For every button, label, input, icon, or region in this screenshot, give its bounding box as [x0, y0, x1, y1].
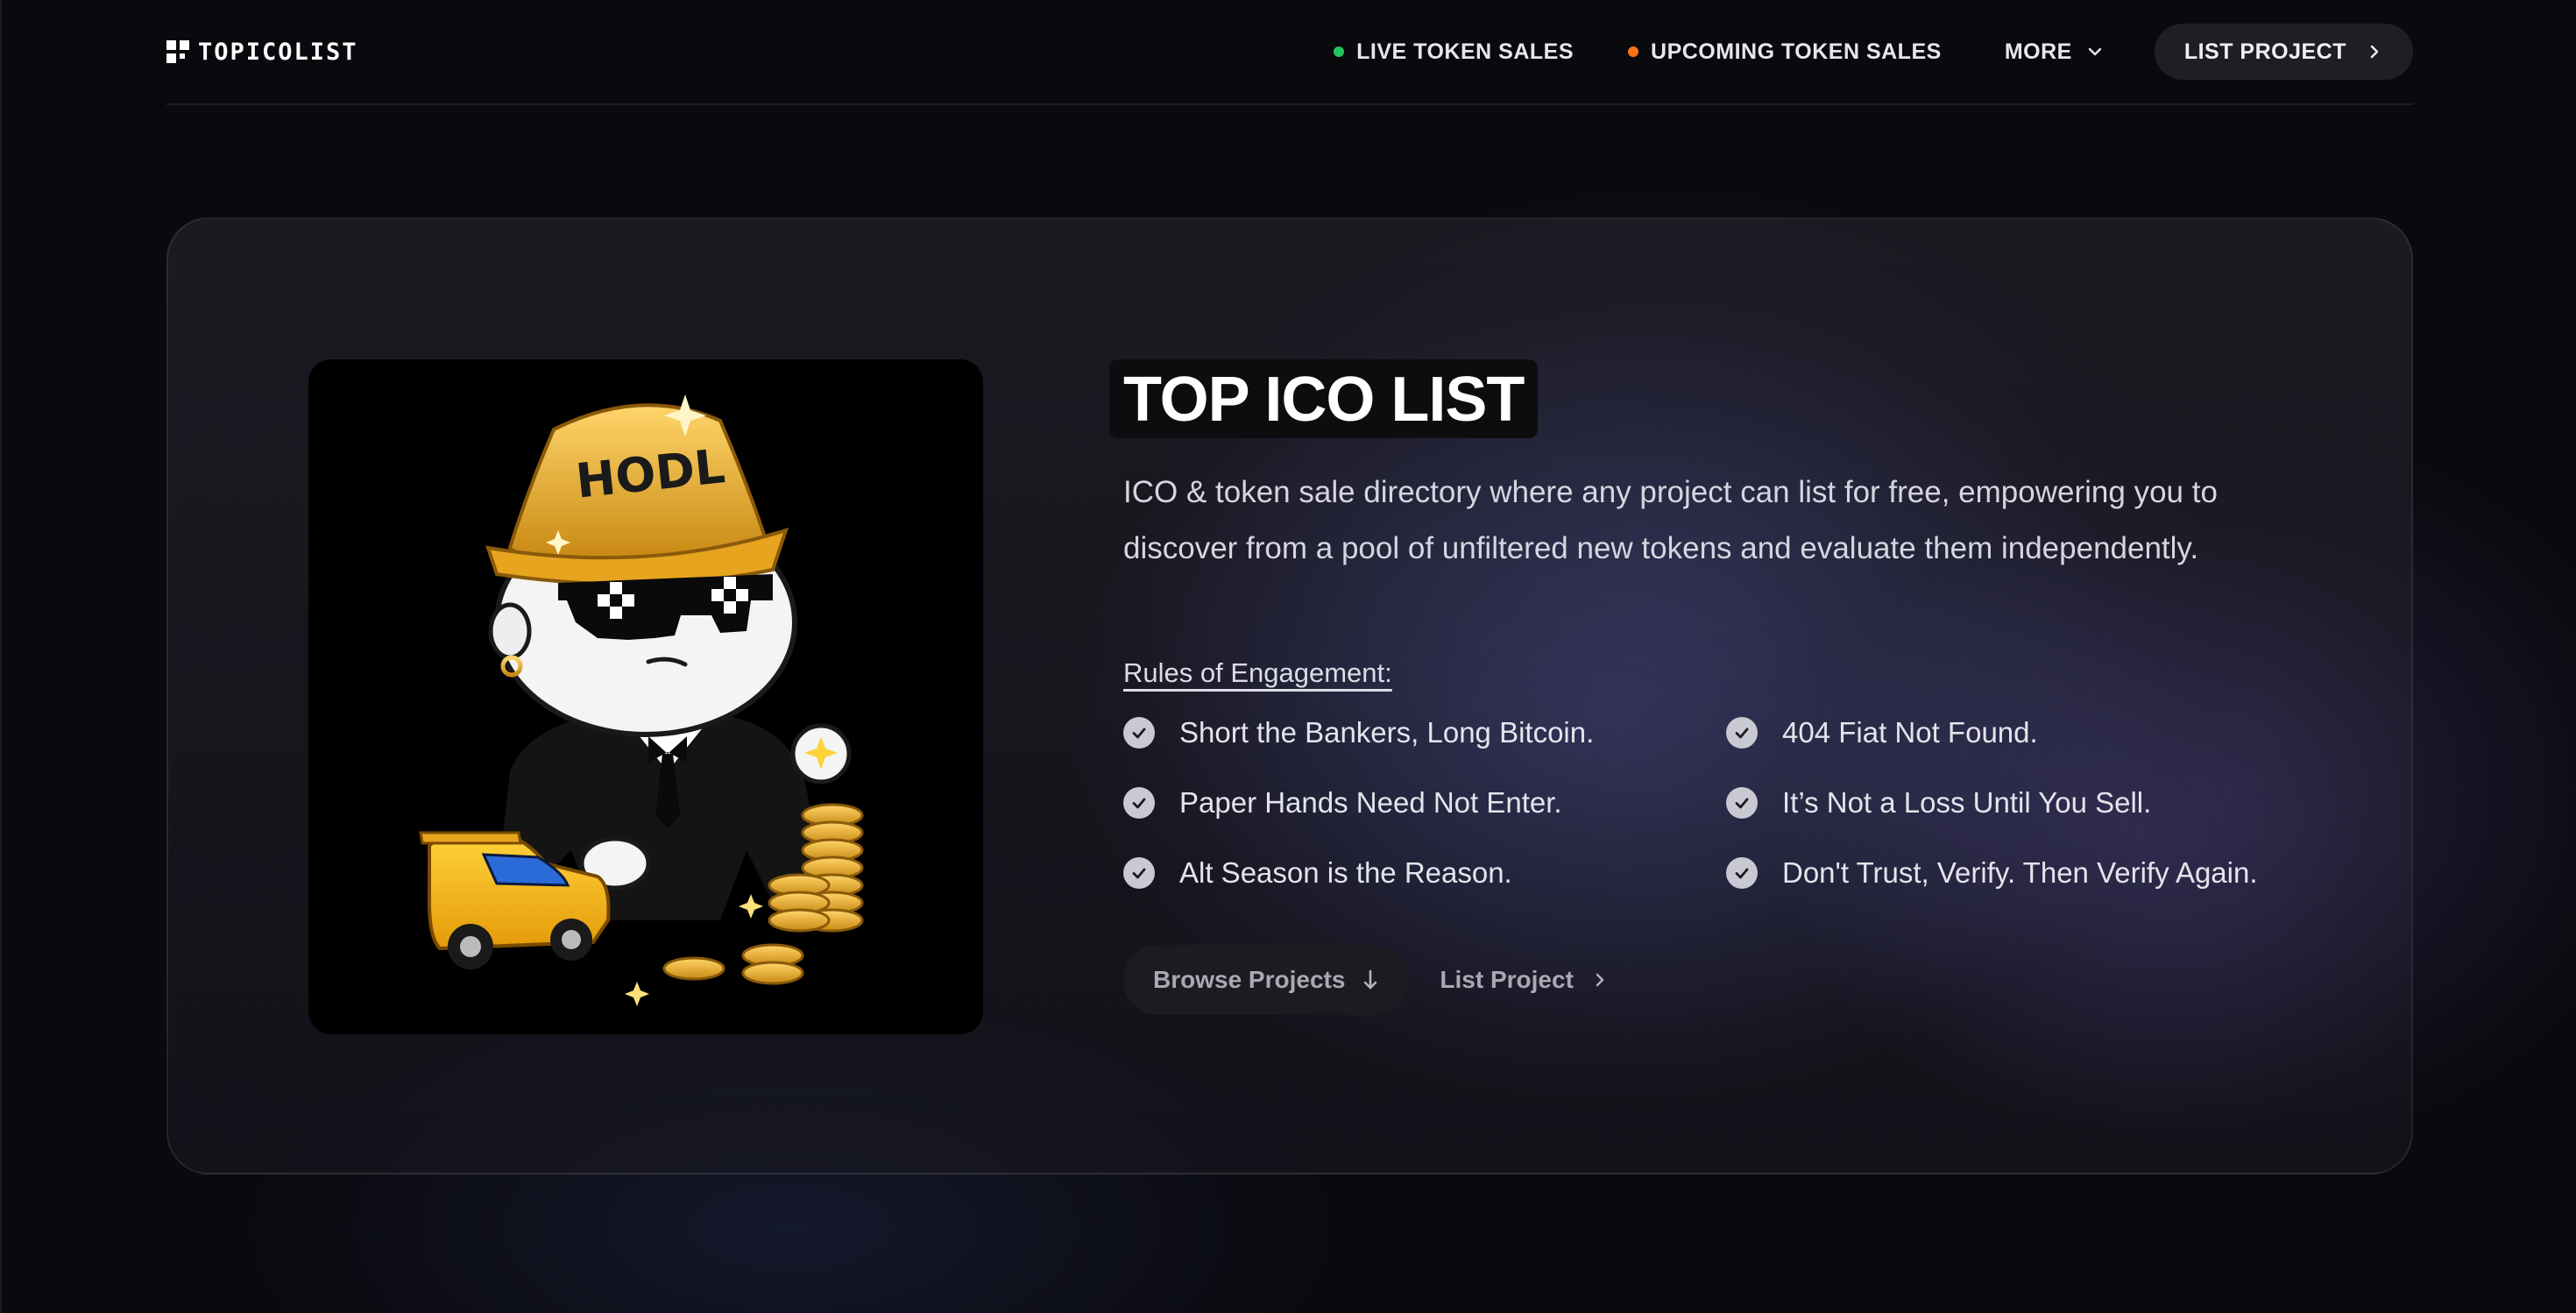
- chevron-right-icon: [2370, 45, 2379, 59]
- hero-description: ICO & token sale directory where any pro…: [1123, 475, 2218, 565]
- page-title: TOP ICO LIST: [1123, 365, 1525, 435]
- rule-text: 404 Fiat Not Found.: [1782, 716, 2038, 749]
- check-circle-icon: [1123, 857, 1155, 889]
- nav-upcoming-token-sales[interactable]: UPCOMING TOKEN SALES: [1628, 39, 1942, 65]
- check-circle-icon: [1123, 717, 1155, 749]
- hero-card: HODL TOP ICO LIST ICO & token sale direc…: [166, 217, 2413, 1175]
- rule-text: It’s Not a Loss Until You Sell.: [1782, 786, 2152, 819]
- rule-item: Alt Season is the Reason.: [1123, 852, 1726, 894]
- nav-upcoming-label: UPCOMING TOKEN SALES: [1651, 39, 1942, 64]
- check-circle-icon: [1123, 787, 1155, 819]
- check-circle-icon: [1726, 857, 1758, 889]
- brand-name: TOPICOLIST: [198, 38, 358, 66]
- chevron-right-icon: [1596, 973, 1604, 987]
- hero-actions: Browse Projects List Project: [1123, 945, 2350, 1015]
- list-project-button[interactable]: LIST PROJECT: [2154, 24, 2413, 80]
- rule-text: Alt Season is the Reason.: [1179, 856, 1512, 889]
- rule-item: Paper Hands Need Not Enter.: [1123, 782, 1726, 824]
- list-project-secondary-label: List Project: [1440, 966, 1574, 993]
- check-circle-icon: [1726, 787, 1758, 819]
- logo[interactable]: TOPICOLIST: [166, 39, 358, 66]
- mascot-image: HODL: [419, 394, 864, 1006]
- check-circle-icon: [1726, 717, 1758, 749]
- browse-projects-label: Browse Projects: [1153, 966, 1346, 993]
- hodl-mascot-illustration: HODL: [308, 359, 983, 1034]
- title-highlight: TOP ICO LIST: [1109, 359, 1539, 438]
- rules-list: Short the Bankers, Long Bitcoin. 404 Fia…: [1123, 712, 2350, 894]
- browse-projects-button[interactable]: Browse Projects: [1123, 945, 1411, 1015]
- logo-grid-icon: [166, 40, 189, 63]
- nav-live-token-sales[interactable]: LIVE TOKEN SALES: [1334, 39, 1574, 65]
- nav-more-label: MORE: [2004, 39, 2072, 64]
- live-status-dot-icon: [1334, 46, 1345, 57]
- chevron-down-icon: [2088, 47, 2102, 56]
- rule-text: Paper Hands Need Not Enter.: [1179, 786, 1562, 819]
- rule-item: Don't Trust, Verify. Then Verify Again.: [1726, 852, 2287, 894]
- upcoming-status-dot-icon: [1628, 46, 1639, 57]
- rules-heading: Rules of Engagement:: [1123, 657, 1392, 688]
- arrow-down-icon: [1364, 969, 1377, 990]
- rule-text: Short the Bankers, Long Bitcoin.: [1179, 716, 1595, 749]
- hero-content: TOP ICO LIST ICO & token sale directory …: [1109, 359, 2350, 1015]
- nav-more-dropdown[interactable]: MORE: [2005, 39, 2104, 65]
- rule-item: Short the Bankers, Long Bitcoin.: [1123, 712, 1726, 754]
- nav-live-label: LIVE TOKEN SALES: [1356, 39, 1575, 64]
- rule-text: Don't Trust, Verify. Then Verify Again.: [1782, 856, 2258, 889]
- rule-item: It’s Not a Loss Until You Sell.: [1726, 782, 2287, 824]
- page: TOPICOLIST LIVE TOKEN SALES UPCOMING TOK…: [0, 0, 2576, 1313]
- list-project-label: LIST PROJECT: [2183, 39, 2346, 64]
- top-nav: TOPICOLIST LIVE TOKEN SALES UPCOMING TOK…: [166, 0, 2413, 105]
- list-project-secondary-button[interactable]: List Project: [1410, 945, 1638, 1015]
- nav-links: LIVE TOKEN SALES UPCOMING TOKEN SALES MO…: [1334, 24, 2413, 80]
- rule-item: 404 Fiat Not Found.: [1726, 712, 2287, 754]
